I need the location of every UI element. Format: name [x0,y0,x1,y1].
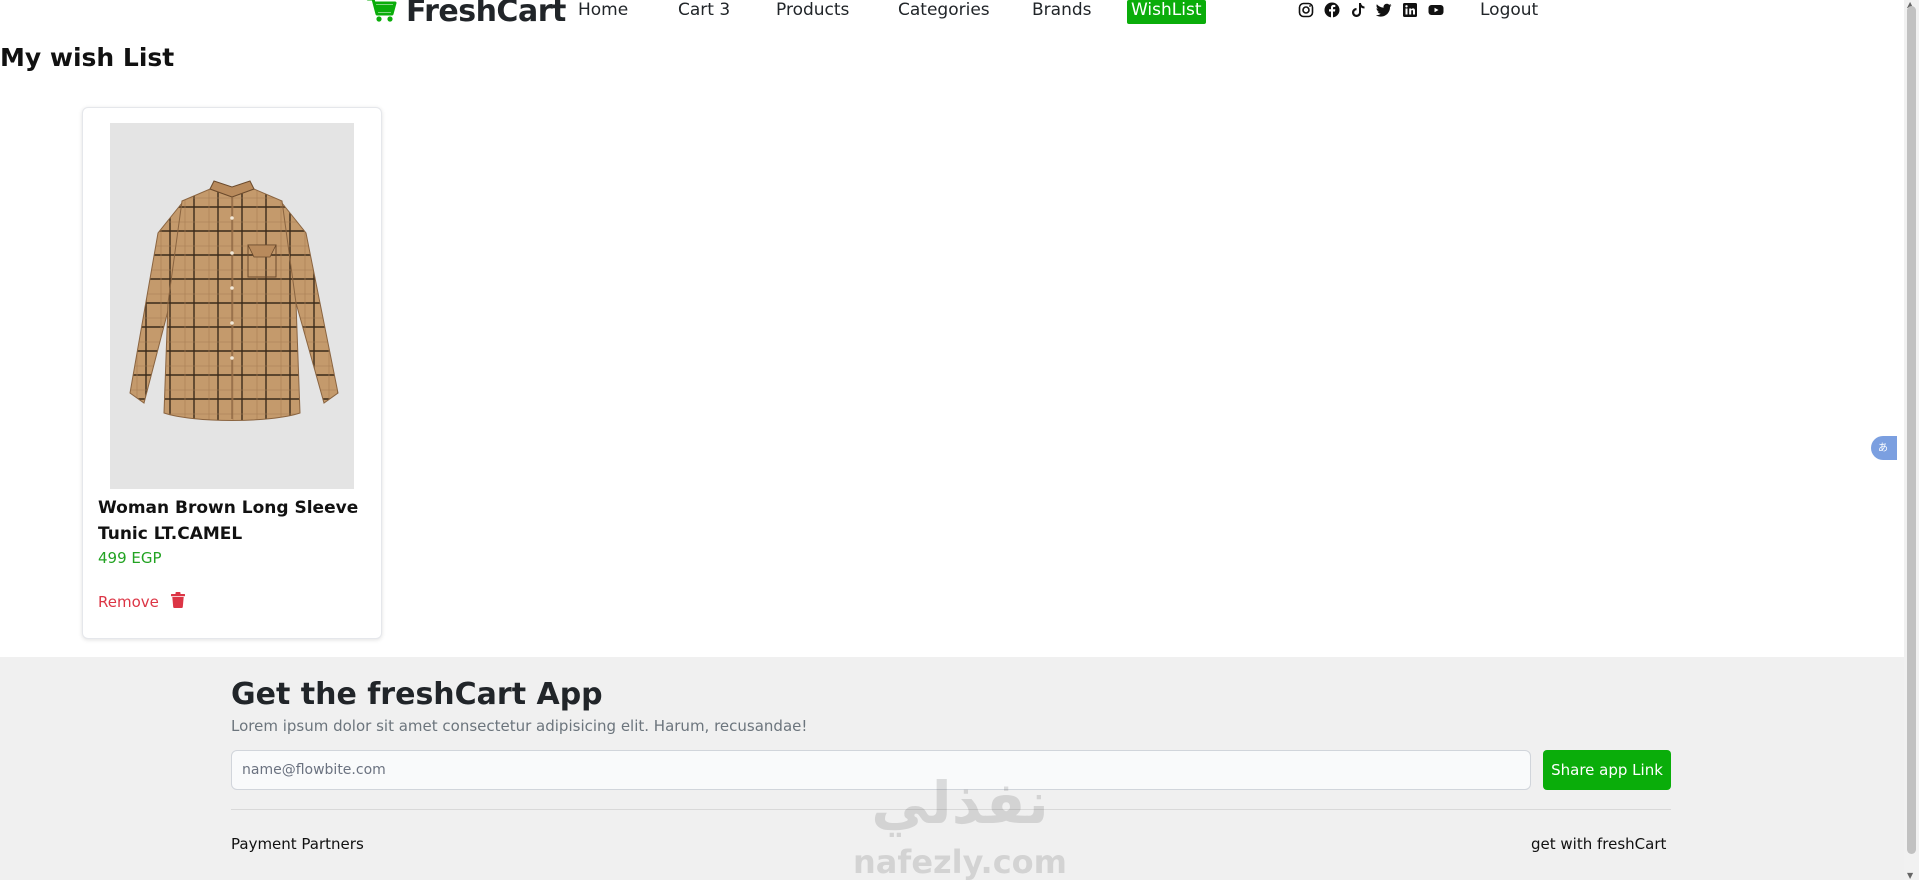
brand-logo[interactable]: FreshCart [366,0,566,29]
youtube-icon[interactable] [1428,2,1444,18]
page-scrollbar[interactable]: ▲ ▼ [1904,0,1919,880]
nav-link-brands[interactable]: Brands [1032,0,1092,24]
nav-link-home[interactable]: Home [578,0,628,24]
scroll-down-arrow-icon[interactable]: ▼ [1907,871,1913,880]
twitter-icon[interactable] [1376,2,1392,18]
watermark-latin: nafezly.com [853,843,1067,880]
logout-link[interactable]: Logout [1480,0,1538,20]
wishlist-item-card: Woman Brown Long Sleeve Tunic LT.CAMEL 4… [82,107,382,639]
trash-icon [170,592,185,612]
payment-partners-label: Payment Partners [231,835,364,853]
product-image[interactable] [110,123,354,489]
page-title: My wish List [0,43,175,72]
get-with-freshcart-label: get with freshCart [1531,835,1667,853]
product-title[interactable]: Woman Brown Long Sleeve Tunic LT.CAMEL [98,495,368,547]
product-price: 499 EGP [98,549,162,567]
navbar: FreshCart Home Cart 3 Products Categorie… [0,0,1900,29]
translate-icon: あ [1877,439,1891,458]
remove-label: Remove [98,593,159,611]
linkedin-icon[interactable] [1402,2,1418,18]
watermark-arabic: نفذلي [871,769,1048,837]
tiktok-icon[interactable] [1350,2,1366,18]
scrollbar-thumb[interactable] [1907,6,1916,854]
footer-title: Get the freshCart App [231,677,603,712]
nav-link-products[interactable]: Products [776,0,849,24]
remove-button[interactable]: Remove [98,592,185,612]
nafezly-watermark: نفذلي nafezly.com [850,765,1070,880]
nav-link-wishlist[interactable]: WishList [1127,0,1206,24]
svg-text:あ: あ [1878,442,1888,454]
cart-icon [366,0,398,28]
facebook-icon[interactable] [1324,2,1340,18]
translate-widget-button[interactable]: あ [1871,436,1897,460]
share-app-link-button[interactable]: Share app Link [1543,750,1671,790]
footer-subtitle: Lorem ipsum dolor sit amet consectetur a… [231,717,808,735]
instagram-icon[interactable] [1298,2,1314,18]
shirt-image [110,123,354,489]
nav-link-categories[interactable]: Categories [898,0,990,24]
nav-link-cart[interactable]: Cart 3 [678,0,730,24]
brand-name: FreshCart [406,0,566,29]
social-links [1298,2,1444,18]
